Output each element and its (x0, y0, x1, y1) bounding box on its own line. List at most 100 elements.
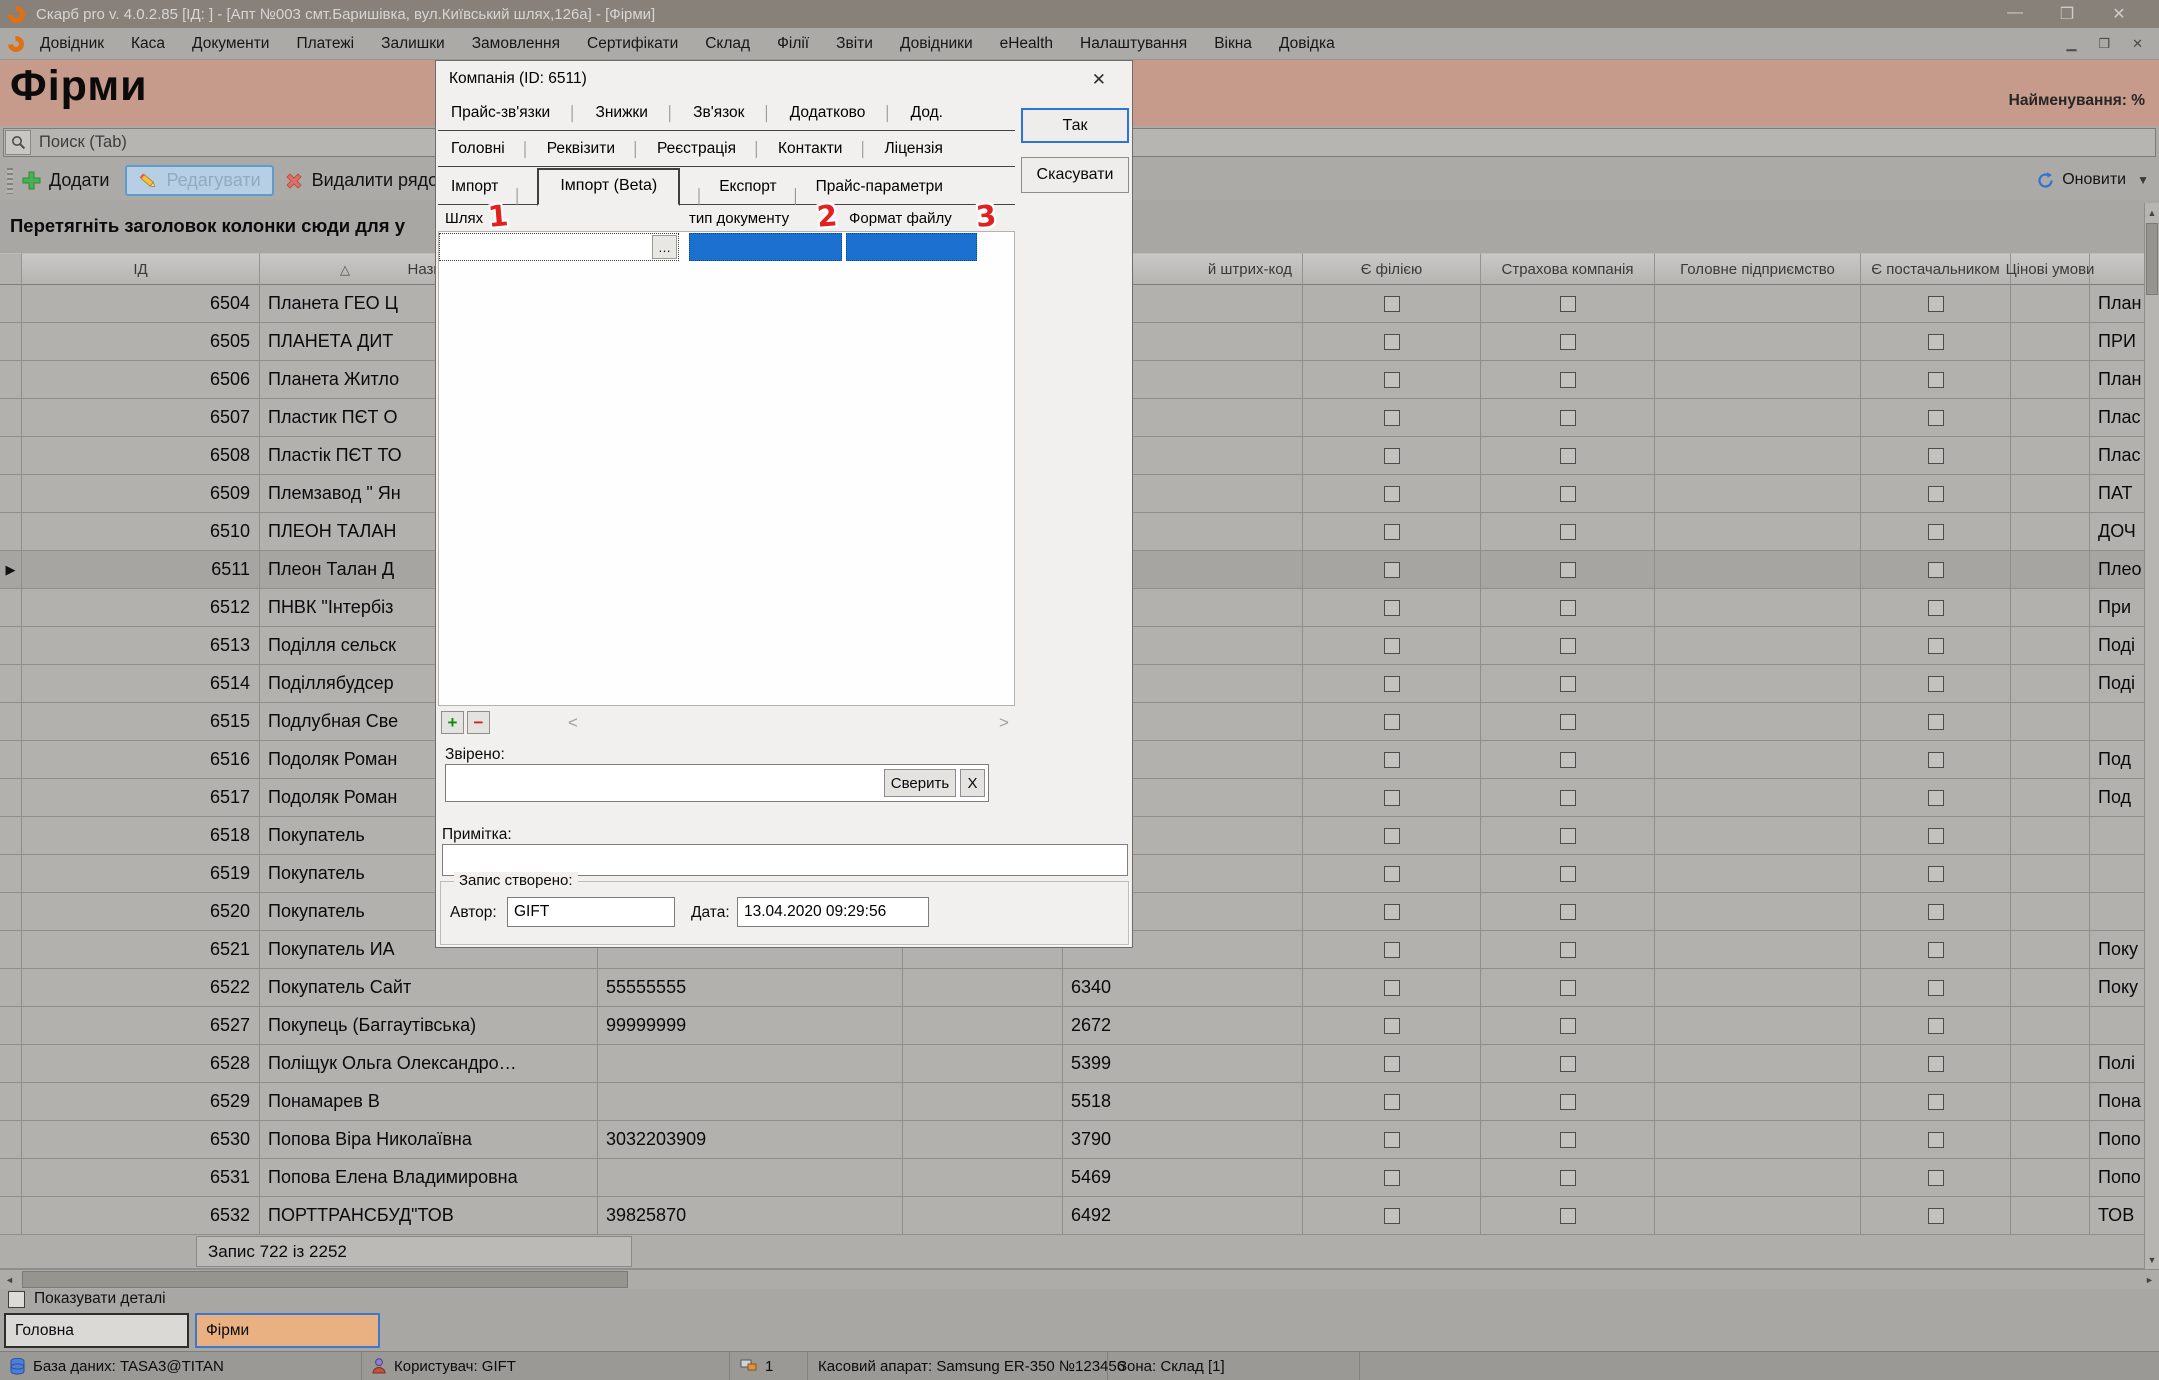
checkbox-insurance[interactable] (1560, 562, 1576, 578)
checkbox-insurance[interactable] (1560, 638, 1576, 654)
checkbox-branch[interactable] (1384, 714, 1400, 730)
checkbox-branch[interactable] (1384, 486, 1400, 502)
checkbox-insurance[interactable] (1560, 600, 1576, 616)
menu-item-2[interactable]: Каса (131, 35, 165, 53)
checkbox-supplier[interactable] (1928, 1094, 1944, 1110)
file-format-cell-selected[interactable] (846, 233, 977, 261)
checkbox-branch[interactable] (1384, 410, 1400, 426)
table-row[interactable]: 6522Покупатель Сайт555555556340Поку (0, 969, 2159, 1007)
checkbox-supplier[interactable] (1928, 410, 1944, 426)
menu-item-7[interactable]: Сертифікати (587, 35, 678, 53)
checkbox-branch[interactable] (1384, 1094, 1400, 1110)
dialog-tab-r3-3[interactable]: Експорт (719, 174, 776, 204)
scroll-right-icon[interactable]: ► (2140, 1270, 2159, 1289)
checkbox-supplier[interactable] (1928, 1056, 1944, 1072)
checkbox-insurance[interactable] (1560, 1132, 1576, 1148)
column-header-head-company[interactable]: Головне підприємство (1655, 253, 1861, 285)
table-row[interactable]: 6529Понамарев В5518Пона (0, 1083, 2159, 1121)
chevron-down-icon[interactable]: ▼ (2137, 173, 2149, 187)
checkbox-insurance[interactable] (1560, 372, 1576, 388)
checkbox-insurance[interactable] (1560, 752, 1576, 768)
minimize-button[interactable]: — (1989, 4, 2041, 24)
checkbox-insurance[interactable] (1560, 334, 1576, 350)
remove-row-button[interactable]: − (467, 711, 490, 734)
path-column-header[interactable]: Шлях (445, 210, 483, 227)
checkbox-insurance[interactable] (1560, 828, 1576, 844)
mdi-minimize-button[interactable]: ▁ (2066, 36, 2076, 52)
checkbox-insurance[interactable] (1560, 904, 1576, 920)
column-header-id[interactable]: ІД (22, 253, 260, 285)
doc-type-cell-selected[interactable] (689, 233, 842, 261)
vertical-scrollbar[interactable]: ▲ ▼ (2144, 203, 2159, 1269)
checkbox-branch[interactable] (1384, 296, 1400, 312)
checkbox-insurance[interactable] (1560, 942, 1576, 958)
mdi-restore-button[interactable]: ❒ (2098, 36, 2110, 52)
menu-item-6[interactable]: Замовлення (472, 35, 560, 53)
menu-item-3[interactable]: Документи (192, 35, 269, 53)
checkbox-branch[interactable] (1384, 828, 1400, 844)
table-row[interactable]: 6532ПОРТТРАНСБУД"ТОВ398258706492ТОВ (0, 1197, 2159, 1235)
verified-input[interactable] (449, 767, 884, 799)
checkbox-supplier[interactable] (1928, 676, 1944, 692)
checkbox-supplier[interactable] (1928, 790, 1944, 806)
file-format-column-header[interactable]: Формат файлу (849, 210, 952, 227)
checkbox-branch[interactable] (1384, 866, 1400, 882)
checkbox-branch[interactable] (1384, 562, 1400, 578)
verify-button[interactable]: Сверить (884, 769, 956, 797)
menu-item-14[interactable]: Вікна (1214, 35, 1252, 53)
checkbox-branch[interactable] (1384, 638, 1400, 654)
menu-item-9[interactable]: Філії (777, 35, 809, 53)
checkbox-supplier[interactable] (1928, 904, 1944, 920)
checkbox-branch[interactable] (1384, 334, 1400, 350)
dialog-tab-r1-2[interactable]: Знижки (595, 100, 647, 126)
menu-item-10[interactable]: Звіти (836, 35, 873, 53)
dialog-tab-r2-5[interactable]: Ліцензія (884, 136, 942, 162)
column-header-indicator[interactable] (0, 253, 22, 285)
checkbox-supplier[interactable] (1928, 334, 1944, 350)
checkbox-branch[interactable] (1384, 372, 1400, 388)
tab-golovna[interactable]: Головна (4, 1313, 189, 1348)
checkbox-insurance[interactable] (1560, 1170, 1576, 1186)
verify-clear-button[interactable]: X (960, 769, 985, 797)
browse-button[interactable]: … (652, 235, 677, 259)
checkbox-branch[interactable] (1384, 980, 1400, 996)
scroll-up-icon[interactable]: ▲ (2145, 203, 2159, 222)
checkbox-insurance[interactable] (1560, 448, 1576, 464)
checkbox-insurance[interactable] (1560, 1018, 1576, 1034)
checkbox-branch[interactable] (1384, 1170, 1400, 1186)
checkbox-insurance[interactable] (1560, 714, 1576, 730)
table-row[interactable]: 6528Поліщук Ольга Олександро…5399Полі (0, 1045, 2159, 1083)
author-input[interactable] (507, 897, 675, 927)
close-button[interactable]: ✕ (2093, 4, 2145, 24)
checkbox-supplier[interactable] (1928, 866, 1944, 882)
menu-item-12[interactable]: eHealth (1000, 35, 1053, 53)
checkbox-insurance[interactable] (1560, 486, 1576, 502)
checkbox-insurance[interactable] (1560, 790, 1576, 806)
dialog-tab-r1-3[interactable]: Зв'язок (693, 100, 744, 126)
checkbox-supplier[interactable] (1928, 638, 1944, 654)
edit-button[interactable]: Редагувати (125, 165, 273, 196)
dialog-tab-r3-2[interactable]: Імпорт (Beta) (537, 168, 680, 206)
checkbox-branch[interactable] (1384, 1208, 1400, 1224)
table-row[interactable]: 6527Покупець (Баггаутівська)999999992672 (0, 1007, 2159, 1045)
checkbox-supplier[interactable] (1928, 524, 1944, 540)
checkbox-branch[interactable] (1384, 1018, 1400, 1034)
refresh-button[interactable]: Оновити ▼ (2036, 164, 2149, 196)
checkbox-supplier[interactable] (1928, 714, 1944, 730)
vertical-scrollbar-thumb[interactable] (2146, 223, 2158, 295)
date-input[interactable] (737, 897, 929, 927)
dialog-tab-r1-1[interactable]: Прайс-зв'язки (451, 100, 550, 126)
checkbox-insurance[interactable] (1560, 866, 1576, 882)
horizontal-scrollbar-thumb[interactable] (22, 1271, 628, 1288)
dialog-tab-r2-3[interactable]: Реєстрація (657, 136, 736, 162)
column-header-insurance[interactable]: Страхова компанія (1481, 253, 1655, 285)
dialog-tab-r1-4[interactable]: Додатково (790, 100, 866, 126)
restore-button[interactable]: ❒ (2041, 4, 2093, 24)
nav-next-icon[interactable]: > (999, 713, 1009, 733)
dialog-close-icon[interactable]: ✕ (1092, 70, 1106, 90)
cancel-button[interactable]: Скасувати (1021, 157, 1129, 193)
checkbox-branch[interactable] (1384, 1056, 1400, 1072)
checkbox-branch[interactable] (1384, 752, 1400, 768)
checkbox-branch[interactable] (1384, 790, 1400, 806)
checkbox-supplier[interactable] (1928, 1132, 1944, 1148)
